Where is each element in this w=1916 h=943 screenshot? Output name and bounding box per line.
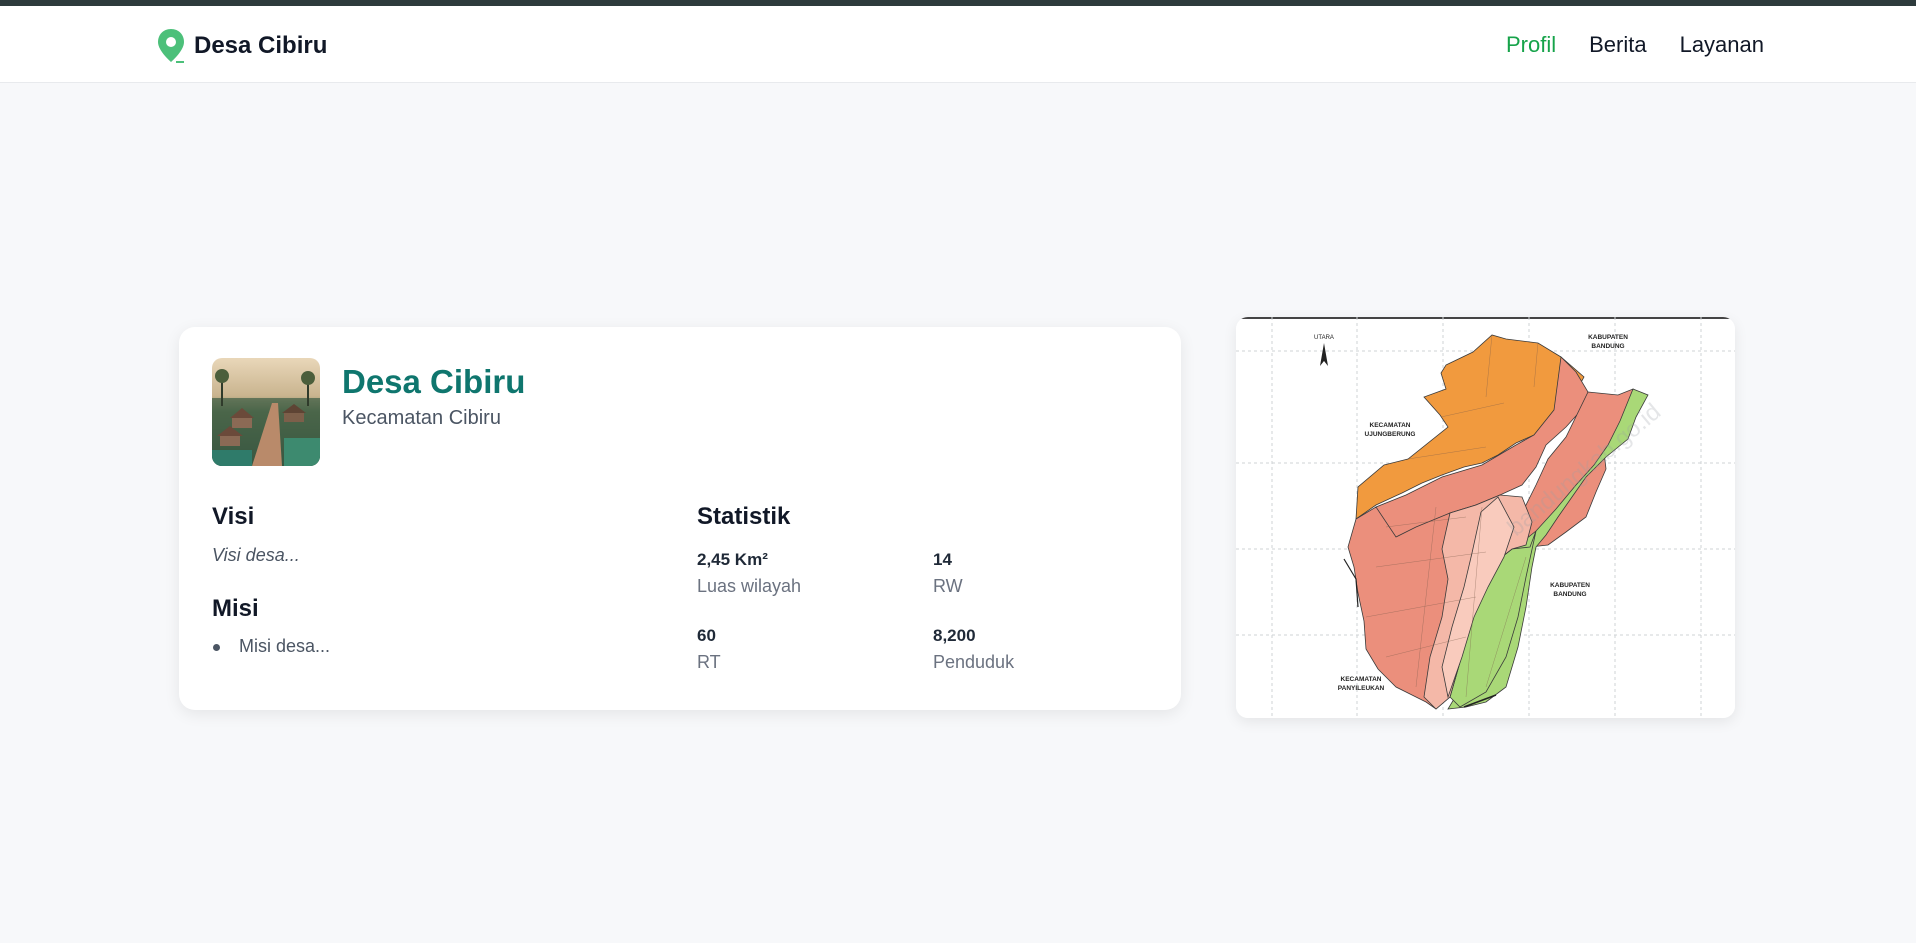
- stat-value: 14: [933, 550, 952, 569]
- stats-heading: Statistik: [697, 503, 791, 530]
- map-pin-icon: [158, 29, 184, 63]
- list-item: Misi desa...: [212, 636, 330, 657]
- stat-value: 8,200: [933, 626, 976, 645]
- visi-heading: Visi: [212, 503, 255, 530]
- stat-label: Luas wilayah: [697, 576, 802, 596]
- stat-area: 2,45 Km² Luas wilayah: [697, 550, 917, 597]
- nav-link-profil[interactable]: Profil: [1506, 32, 1556, 58]
- stat-rt: 60 RT: [697, 626, 917, 673]
- village-thumbnail: [212, 358, 320, 466]
- profile-card: Desa Cibiru Kecamatan Cibiru Visi Visi d…: [179, 327, 1181, 710]
- misi-list: Misi desa...: [212, 636, 330, 657]
- map-label: UJUNGBERUNG: [1365, 431, 1416, 438]
- stat-value: 2,45 Km²: [697, 550, 768, 569]
- stat-label: Penduduk: [933, 652, 1015, 672]
- district-name: Kecamatan Cibiru: [342, 407, 501, 429]
- main-nav: Profil Berita Layanan: [1506, 32, 1764, 58]
- nav-link-layanan[interactable]: Layanan: [1680, 32, 1764, 58]
- map-label: KABUPATEN: [1588, 334, 1628, 341]
- misi-heading: Misi: [212, 595, 259, 622]
- map-label: KABUPATEN: [1550, 582, 1590, 589]
- stat-population: 8,200 Penduduk: [933, 626, 1153, 673]
- stat-rw: 14 RW: [933, 550, 1153, 597]
- village-map[interactable]: UTARA bandungkab.go.id KABUPATEN BANDUNG…: [1236, 317, 1735, 718]
- stat-value: 60: [697, 626, 716, 645]
- brand-name: Desa Cibiru: [194, 32, 328, 59]
- map-label: BANDUNG: [1591, 343, 1624, 350]
- stat-label: RT: [697, 652, 721, 672]
- visi-text: Visi desa...: [212, 545, 300, 565]
- village-name: Desa Cibiru: [342, 363, 526, 400]
- map-label: PANYILEUKAN: [1338, 685, 1385, 692]
- nav-link-berita[interactable]: Berita: [1589, 32, 1646, 58]
- map-label: KECAMATAN: [1341, 676, 1382, 683]
- north-label: UTARA: [1314, 335, 1334, 341]
- navbar: Desa Cibiru Profil Berita Layanan: [0, 6, 1916, 83]
- map-label: BANDUNG: [1553, 591, 1586, 598]
- brand[interactable]: Desa Cibiru: [156, 28, 327, 64]
- map-label: KECAMATAN: [1370, 422, 1411, 429]
- stat-label: RW: [933, 576, 963, 596]
